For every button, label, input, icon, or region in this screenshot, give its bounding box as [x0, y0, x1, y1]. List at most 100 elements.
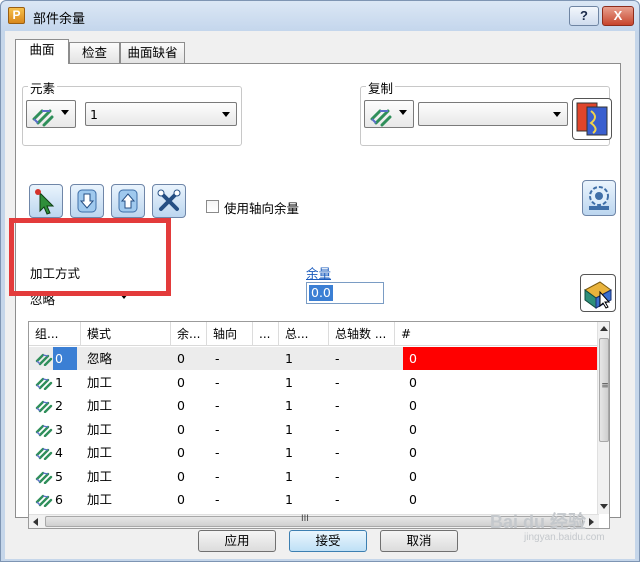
hscroll-grip: III [301, 514, 309, 524]
table-cell: - [215, 492, 220, 507]
copy-type-dropdown[interactable] [364, 100, 414, 128]
settings-button[interactable] [582, 180, 616, 216]
surface-group-icon [35, 421, 53, 440]
table-cell: 0 [53, 347, 77, 370]
select-surfaces-button[interactable] [29, 184, 63, 218]
table-cell: 0 [177, 492, 185, 507]
allowance-value: 0.0 [309, 285, 333, 301]
col-allowance[interactable]: 余... [171, 322, 207, 346]
table-cell: 0 [177, 398, 185, 413]
surface-group-icon [35, 444, 53, 463]
apply-button[interactable]: 应用 [198, 530, 276, 552]
tab-surface[interactable]: 曲面 [15, 39, 69, 64]
table-cell: 0 [177, 445, 185, 460]
table-cell: 4 [55, 445, 63, 460]
window-title: 部件余量 [33, 12, 86, 27]
chevron-down-icon [222, 112, 230, 117]
col-count[interactable]: # [395, 322, 599, 346]
pick-cursor-icon [584, 281, 612, 309]
element-label: 元素 [28, 78, 58, 97]
table-cell: 加工 [87, 374, 113, 390]
title-bar[interactable]: P 部件余量 ? X [1, 1, 639, 31]
allowance-link[interactable]: 余量 [306, 263, 331, 282]
scroll-right-icon[interactable] [589, 518, 594, 526]
table-cell: 0 [177, 374, 185, 390]
chevron-down-icon [399, 110, 407, 115]
table-cell: 1 [285, 351, 293, 366]
tab-check[interactable]: 检查 [69, 42, 120, 63]
close-button[interactable]: X [602, 6, 634, 26]
table-cell: 0 [409, 492, 417, 507]
table-cell: 5 [55, 468, 63, 484]
tools-button[interactable] [152, 184, 186, 218]
copy-icon [576, 102, 608, 136]
col-group[interactable]: 组... [29, 322, 81, 346]
table-cell: 6 [55, 492, 63, 507]
vertical-scroll-thumb[interactable]: ≡ [599, 338, 609, 442]
accept-button[interactable]: 接受 [289, 530, 367, 552]
table-row[interactable]: 4 加工 0 - 1 - 0 [29, 441, 599, 464]
element-type-dropdown[interactable] [26, 100, 76, 128]
chevron-down-icon [61, 110, 69, 115]
copy-value-dropdown[interactable] [418, 102, 568, 126]
table-row[interactable]: 0 忽略 0 - 1 - 0 [29, 347, 599, 370]
table-cell: 0 [409, 374, 417, 390]
cancel-button[interactable]: 取消 [380, 530, 458, 552]
table-cell: - [215, 468, 220, 484]
surface-group-icon [35, 374, 53, 393]
table-cell: - [335, 351, 340, 366]
app-icon: P [8, 7, 25, 24]
table-cell: 加工 [87, 398, 113, 413]
element-value-dropdown[interactable]: 1 [85, 102, 237, 126]
copy-label: 复制 [366, 78, 396, 97]
col-axial[interactable]: 轴向 [207, 322, 253, 346]
arrow-down-icon [77, 189, 97, 213]
table-row[interactable]: 3 加工 0 - 1 - 0 [29, 418, 599, 441]
col-total-axial[interactable]: 总轴数 ... [329, 322, 395, 346]
col-total[interactable]: 总... [279, 322, 329, 346]
table-cell: 0 [409, 421, 417, 437]
table-cell: 1 [285, 492, 293, 507]
vscroll-grip: ≡ [601, 381, 609, 391]
surface-icon [32, 109, 54, 127]
table-cell: 1 [285, 398, 293, 413]
scroll-down-icon[interactable] [600, 504, 608, 509]
scroll-up-icon[interactable] [600, 326, 608, 331]
table-cell: 0 [177, 351, 185, 366]
table-cell: - [335, 398, 340, 413]
element-value: 1 [90, 107, 98, 122]
surface-table[interactable]: 组... 模式 余... 轴向 ... 总... 总轴数 ... # 0 忽略 0 -… [28, 321, 610, 529]
copy-button[interactable] [572, 98, 612, 140]
allowance-input[interactable]: 0.0 [306, 282, 384, 304]
col-mode[interactable]: 模式 [81, 322, 171, 346]
table-cell: - [335, 445, 340, 460]
gear-icon [589, 186, 609, 210]
col-axial-more[interactable]: ... [253, 322, 279, 346]
watermark-brand: Bai du 经验 [490, 512, 587, 532]
table-cell: - [215, 398, 220, 413]
table-cell: 加工 [87, 421, 113, 437]
table-row[interactable]: 2 加工 0 - 1 - 0 [29, 394, 599, 417]
axial-allowance-checkbox[interactable] [206, 200, 219, 213]
tab-surface-defaults[interactable]: 曲面缺省 [120, 42, 185, 63]
table-cell: 0 [177, 468, 185, 484]
table-row[interactable]: 1 加工 0 - 1 - 0 [29, 371, 599, 394]
axial-allowance-label: 使用轴向余量 [224, 201, 300, 216]
move-down-button[interactable] [70, 184, 104, 218]
help-button[interactable]: ? [569, 6, 599, 26]
arrow-up-icon [118, 189, 138, 213]
table-cell: 加工 [87, 492, 113, 507]
table-cell: 0 [403, 347, 599, 370]
table-row[interactable]: 5 加工 0 - 1 - 0 [29, 465, 599, 488]
vertical-scrollbar[interactable]: ≡ [597, 322, 609, 514]
table-cell: 加工 [87, 445, 113, 460]
table-cell: - [335, 492, 340, 507]
table-cell: 1 [55, 374, 63, 390]
table-cell: - [335, 421, 340, 437]
scroll-left-icon[interactable] [33, 518, 38, 526]
table-cell: 2 [55, 398, 63, 413]
move-up-button[interactable] [111, 184, 145, 218]
table-cell: 0 [409, 398, 417, 413]
table-cell: 1 [285, 468, 293, 484]
pick-surface-button[interactable] [580, 274, 616, 312]
